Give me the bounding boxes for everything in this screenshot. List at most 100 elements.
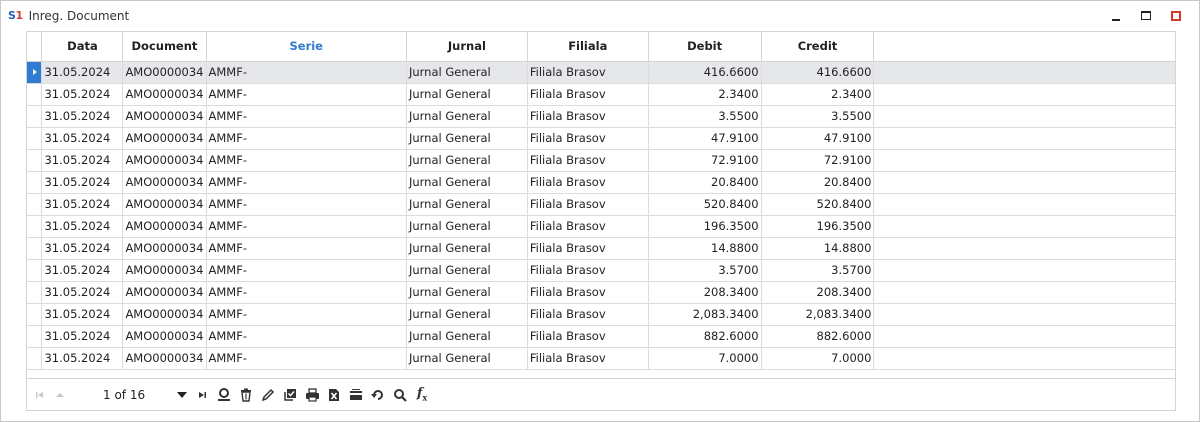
- cell-data[interactable]: 31.05.2024: [41, 303, 124, 326]
- cell-credit[interactable]: 208.3400: [761, 281, 875, 304]
- cell-document[interactable]: AMO0000034: [122, 61, 207, 84]
- cell-data[interactable]: 31.05.2024: [41, 83, 124, 106]
- cell-jurnal[interactable]: Jurnal General: [406, 281, 528, 304]
- group-button[interactable]: [345, 385, 367, 405]
- column-header-document[interactable]: Document: [122, 32, 207, 62]
- cell-data[interactable]: 31.05.2024: [41, 193, 124, 216]
- table-row[interactable]: 31.05.2024 AMO0000034 AMMF- Jurnal General F…: [27, 193, 1175, 216]
- cell-document[interactable]: AMO0000034: [122, 83, 207, 106]
- cell-serie[interactable]: AMMF-: [206, 193, 407, 216]
- cell-document[interactable]: AMO0000034: [122, 171, 207, 194]
- row-indicator[interactable]: [27, 61, 43, 84]
- column-header-data[interactable]: Data: [41, 32, 124, 62]
- cell-data[interactable]: 31.05.2024: [41, 61, 124, 84]
- cell-jurnal[interactable]: Jurnal General: [406, 83, 528, 106]
- cell-data[interactable]: 31.05.2024: [41, 347, 124, 370]
- cell-filiala[interactable]: Filiala Brasov: [527, 127, 649, 150]
- cell-jurnal[interactable]: Jurnal General: [406, 127, 528, 150]
- table-row[interactable]: 31.05.2024 AMO0000034 AMMF- Jurnal General F…: [27, 259, 1175, 282]
- cell-credit[interactable]: 196.3500: [761, 215, 875, 238]
- cell-document[interactable]: AMO0000034: [122, 127, 207, 150]
- row-indicator[interactable]: [27, 237, 43, 260]
- row-indicator[interactable]: [27, 149, 43, 172]
- cell-data[interactable]: 31.05.2024: [41, 259, 124, 282]
- cell-credit[interactable]: 47.9100: [761, 127, 875, 150]
- cell-serie[interactable]: AMMF-: [206, 171, 407, 194]
- cell-credit[interactable]: 72.9100: [761, 149, 875, 172]
- print-button[interactable]: [301, 385, 323, 405]
- cell-document[interactable]: AMO0000034: [122, 149, 207, 172]
- cell-serie[interactable]: AMMF-: [206, 127, 407, 150]
- select-all-button[interactable]: [279, 385, 301, 405]
- cell-jurnal[interactable]: Jurnal General: [406, 347, 528, 370]
- row-indicator[interactable]: [27, 303, 43, 326]
- table-row[interactable]: 31.05.2024 AMO0000034 AMMF- Jurnal General F…: [27, 215, 1175, 238]
- formula-button[interactable]: fx: [411, 385, 433, 405]
- cell-serie[interactable]: AMMF-: [206, 105, 407, 128]
- column-header-jurnal[interactable]: Jurnal: [406, 32, 528, 62]
- cell-filiala[interactable]: Filiala Brasov: [527, 149, 649, 172]
- cell-serie[interactable]: AMMF-: [206, 149, 407, 172]
- table-row[interactable]: 31.05.2024 AMO0000034 AMMF- Jurnal General F…: [27, 61, 1175, 84]
- cell-document[interactable]: AMO0000034: [122, 215, 207, 238]
- cell-filiala[interactable]: Filiala Brasov: [527, 303, 649, 326]
- cell-document[interactable]: AMO0000034: [122, 281, 207, 304]
- cell-filiala[interactable]: Filiala Brasov: [527, 61, 649, 84]
- cell-serie[interactable]: AMMF-: [206, 347, 407, 370]
- cell-debit[interactable]: 2,083.3400: [648, 303, 762, 326]
- table-row[interactable]: 31.05.2024 AMO0000034 AMMF- Jurnal General F…: [27, 149, 1175, 172]
- table-row[interactable]: 31.05.2024 AMO0000034 AMMF- Jurnal General F…: [27, 127, 1175, 150]
- cell-filiala[interactable]: Filiala Brasov: [527, 83, 649, 106]
- minimize-button[interactable]: [1101, 1, 1131, 30]
- row-indicator[interactable]: [27, 127, 43, 150]
- row-indicator[interactable]: [27, 215, 43, 238]
- cell-document[interactable]: AMO0000034: [122, 193, 207, 216]
- cell-debit[interactable]: 416.6600: [648, 61, 762, 84]
- cell-document[interactable]: AMO0000034: [122, 325, 207, 348]
- cell-debit[interactable]: 47.9100: [648, 127, 762, 150]
- cell-credit[interactable]: 7.0000: [761, 347, 875, 370]
- row-indicator[interactable]: [27, 325, 43, 348]
- cell-filiala[interactable]: Filiala Brasov: [527, 347, 649, 370]
- column-header-debit[interactable]: Debit: [648, 32, 762, 62]
- cell-jurnal[interactable]: Jurnal General: [406, 325, 528, 348]
- cell-filiala[interactable]: Filiala Brasov: [527, 237, 649, 260]
- maximize-button[interactable]: [1131, 1, 1161, 30]
- cell-data[interactable]: 31.05.2024: [41, 105, 124, 128]
- cell-debit[interactable]: 2.3400: [648, 83, 762, 106]
- cell-document[interactable]: AMO0000034: [122, 105, 207, 128]
- row-indicator[interactable]: [27, 259, 43, 282]
- last-page-button[interactable]: [197, 385, 207, 405]
- edit-button[interactable]: [257, 385, 279, 405]
- cell-data[interactable]: 31.05.2024: [41, 281, 124, 304]
- row-indicator[interactable]: [27, 347, 43, 370]
- cell-filiala[interactable]: Filiala Brasov: [527, 105, 649, 128]
- table-row[interactable]: 31.05.2024 AMO0000034 AMMF- Jurnal General F…: [27, 237, 1175, 260]
- cell-credit[interactable]: 416.6600: [761, 61, 875, 84]
- cell-jurnal[interactable]: Jurnal General: [406, 303, 528, 326]
- cell-debit[interactable]: 3.5500: [648, 105, 762, 128]
- cell-credit[interactable]: 520.8400: [761, 193, 875, 216]
- cell-document[interactable]: AMO0000034: [122, 347, 207, 370]
- cell-debit[interactable]: 196.3500: [648, 215, 762, 238]
- row-indicator[interactable]: [27, 281, 43, 304]
- cell-serie[interactable]: AMMF-: [206, 303, 407, 326]
- cell-filiala[interactable]: Filiala Brasov: [527, 171, 649, 194]
- cell-filiala[interactable]: Filiala Brasov: [527, 281, 649, 304]
- cell-serie[interactable]: AMMF-: [206, 281, 407, 304]
- cell-jurnal[interactable]: Jurnal General: [406, 171, 528, 194]
- column-header-serie[interactable]: Serie: [206, 32, 407, 62]
- cell-document[interactable]: AMO0000034: [122, 259, 207, 282]
- cell-serie[interactable]: AMMF-: [206, 61, 407, 84]
- cell-document[interactable]: AMO0000034: [122, 303, 207, 326]
- first-page-button[interactable]: [35, 385, 45, 405]
- close-button[interactable]: [1161, 1, 1191, 30]
- cell-credit[interactable]: 2,083.3400: [761, 303, 875, 326]
- cell-jurnal[interactable]: Jurnal General: [406, 237, 528, 260]
- cell-credit[interactable]: 3.5700: [761, 259, 875, 282]
- cell-serie[interactable]: AMMF-: [206, 83, 407, 106]
- cell-debit[interactable]: 3.5700: [648, 259, 762, 282]
- cell-data[interactable]: 31.05.2024: [41, 237, 124, 260]
- column-header-credit[interactable]: Credit: [761, 32, 875, 62]
- refresh-button[interactable]: [367, 385, 389, 405]
